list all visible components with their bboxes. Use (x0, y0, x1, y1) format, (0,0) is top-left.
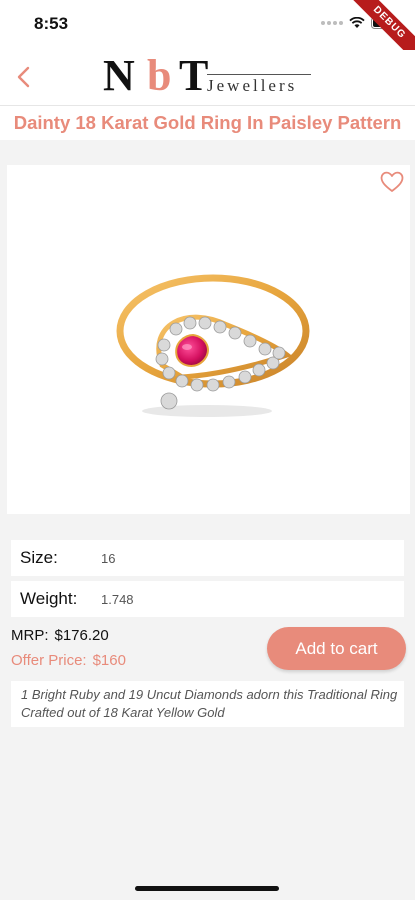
description-box: 1 Bright Ruby and 19 Uncut Diamonds ador… (11, 681, 404, 727)
status-bar: 8:53 DEBUG (0, 0, 415, 72)
add-to-cart-button[interactable]: Add to cart (267, 627, 406, 670)
status-time: 8:53 (34, 14, 69, 33)
size-label: Size: (20, 548, 58, 567)
logo-letter-b: b (147, 51, 172, 100)
wifi-icon (349, 17, 365, 28)
logo-subtitle: Jewellers (207, 76, 298, 95)
offer-price: Offer Price: $160 (11, 652, 126, 669)
brand-logo: N b T Jewellers (103, 51, 318, 100)
heart-outline-icon (380, 171, 404, 192)
logo-letter-t: T (179, 51, 209, 100)
signal-icon (321, 21, 343, 25)
weight-value: 1.748 (101, 592, 134, 607)
offer-value: $160 (92, 652, 126, 669)
mrp-value: $176.20 (54, 627, 109, 644)
size-row: Size: 16 (11, 540, 404, 576)
mrp-price: MRP: $176.20 (11, 627, 109, 644)
logo-divider (207, 74, 311, 75)
logo-letter-n: N (103, 51, 135, 100)
title-bar: Dainty 18 Karat Gold Ring In Paisley Pat… (0, 106, 415, 140)
ring-image (116, 274, 310, 417)
product-image-card (7, 165, 410, 514)
app-bar: N b T Jewellers (0, 50, 415, 106)
offer-label: Offer Price: (11, 652, 87, 669)
product-description: 1 Bright Ruby and 19 Uncut Diamonds ador… (21, 687, 398, 720)
favorite-button[interactable] (380, 171, 404, 193)
chevron-left-icon (17, 66, 30, 88)
mrp-label: MRP: (11, 627, 49, 644)
product-title: Dainty 18 Karat Gold Ring In Paisley Pat… (13, 112, 402, 133)
back-button[interactable] (10, 62, 38, 92)
home-indicator (135, 886, 279, 891)
weight-label: Weight: (20, 589, 78, 608)
weight-row: Weight: 1.748 (11, 581, 404, 617)
size-value: 16 (101, 551, 116, 566)
